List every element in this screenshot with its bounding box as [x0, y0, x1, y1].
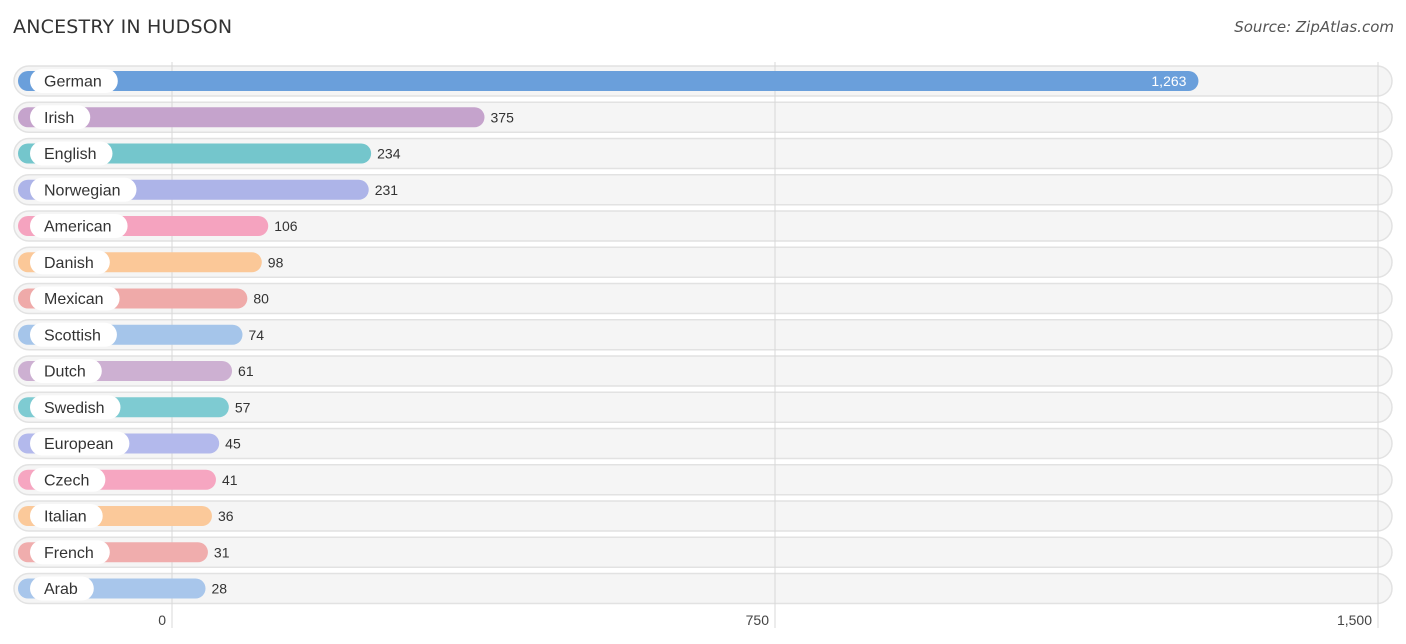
category-label: English: [44, 146, 96, 163]
category-label: Dutch: [44, 364, 86, 381]
row-background: [13, 464, 1393, 496]
category-label: Irish: [44, 110, 74, 127]
value-label: 61: [238, 363, 254, 379]
value-label: 98: [268, 254, 284, 270]
value-label: 36: [218, 508, 234, 524]
value-label: 57: [235, 399, 251, 415]
category-label: French: [44, 545, 94, 562]
value-label: 234: [377, 146, 401, 162]
category-label: Danish: [44, 255, 94, 272]
value-label: 375: [491, 109, 515, 125]
x-tick-label: 0: [158, 612, 166, 628]
category-label: Scottish: [44, 327, 101, 344]
category-label: Norwegian: [44, 182, 120, 199]
category-label: Swedish: [44, 400, 104, 417]
x-tick-label: 750: [746, 612, 770, 628]
value-label: 106: [274, 218, 298, 234]
category-label: European: [44, 436, 113, 453]
value-label: 41: [222, 472, 238, 488]
value-label: 1,263: [1151, 73, 1186, 89]
value-label: 45: [225, 436, 241, 452]
value-label: 80: [253, 291, 269, 307]
value-label: 74: [248, 327, 264, 343]
value-label: 31: [214, 544, 230, 560]
category-label: Mexican: [44, 291, 104, 308]
value-label: 231: [375, 182, 399, 198]
bar: [18, 71, 1199, 91]
row-background: [13, 427, 1393, 460]
category-label: Czech: [44, 472, 89, 489]
x-tick-label: 1,500: [1337, 612, 1372, 628]
category-label: Arab: [44, 581, 78, 598]
category-label: German: [44, 74, 102, 91]
category-label: American: [44, 219, 112, 236]
value-label: 28: [212, 581, 228, 597]
category-label: Italian: [44, 509, 87, 526]
bar-chart: German 1,263 Irish 375 English 234 Norwegian 23…: [13, 62, 1393, 628]
